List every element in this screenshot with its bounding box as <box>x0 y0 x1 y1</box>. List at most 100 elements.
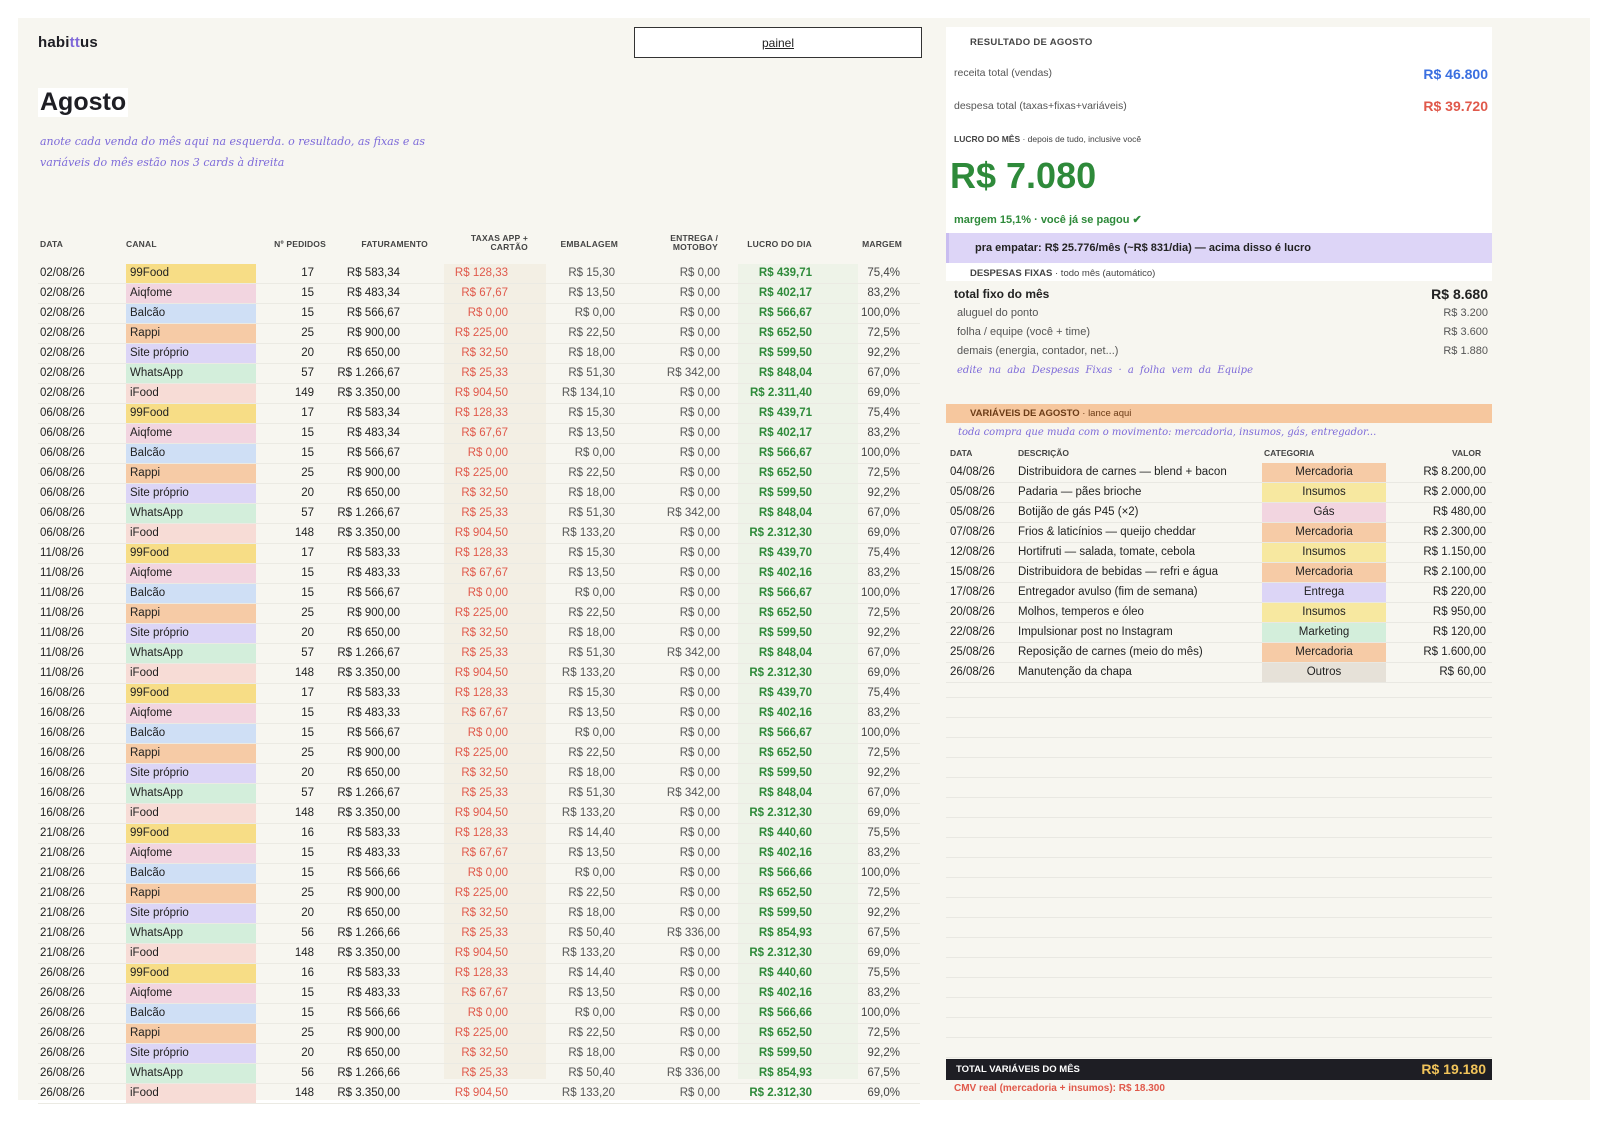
embalagem-cell[interactable]: R$ 13,50 <box>568 427 615 439</box>
pedidos-cell[interactable]: 25 <box>301 607 314 619</box>
pedidos-cell[interactable]: 15 <box>301 307 314 319</box>
row-date[interactable]: 11/08/26 <box>40 547 84 559</box>
channel-cell[interactable]: WhatsApp <box>126 504 256 523</box>
table-row[interactable]: 06/08/26 Balcão 15 R$ 566,67 R$ 0,00 R$ 0,00 R… <box>38 444 920 464</box>
embalagem-cell[interactable]: R$ 22,50 <box>568 327 615 339</box>
row-date[interactable]: 06/08/26 <box>40 527 85 539</box>
embalagem-cell[interactable]: R$ 51,30 <box>568 367 615 379</box>
entrega-cell[interactable]: R$ 0,00 <box>680 887 720 899</box>
row-date[interactable]: 26/08/26 <box>40 1047 85 1059</box>
embalagem-cell[interactable]: R$ 133,20 <box>562 807 615 819</box>
lucro-cell[interactable]: R$ 652,50 <box>759 607 812 619</box>
taxas-cell[interactable]: R$ 32,50 <box>461 487 508 499</box>
faturamento-cell[interactable]: R$ 1.266,67 <box>337 507 400 519</box>
faturamento-cell[interactable]: R$ 1.266,66 <box>337 927 400 939</box>
channel-cell[interactable]: 99Food <box>126 684 256 703</box>
pedidos-cell[interactable]: 20 <box>301 627 314 639</box>
lucro-cell[interactable]: R$ 2.311,40 <box>750 387 812 399</box>
lucro-cell[interactable]: R$ 439,71 <box>759 267 812 279</box>
var-value-cell[interactable]: R$ 950,00 <box>1433 606 1486 618</box>
taxas-cell[interactable]: R$ 25,33 <box>461 367 508 379</box>
entrega-cell[interactable]: R$ 336,00 <box>667 1067 720 1079</box>
row-date[interactable]: 21/08/26 <box>40 827 85 839</box>
faturamento-cell[interactable]: R$ 900,00 <box>347 747 400 759</box>
var-desc-cell[interactable]: Botijão de gás P45 (×2) <box>1018 506 1139 518</box>
var-date-cell[interactable]: 26/08/26 <box>950 666 995 678</box>
embalagem-cell[interactable]: R$ 13,50 <box>568 567 615 579</box>
entrega-cell[interactable]: R$ 0,00 <box>680 387 720 399</box>
row-date[interactable]: 16/08/26 <box>40 747 85 759</box>
row-date[interactable]: 21/08/26 <box>40 887 85 899</box>
channel-cell[interactable]: Site próprio <box>126 1044 256 1063</box>
var-category-cell[interactable]: Entrega <box>1262 583 1386 602</box>
var-desc-cell[interactable]: Impulsionar post no Instagram <box>1018 626 1173 638</box>
row-date[interactable]: 02/08/26 <box>40 267 85 279</box>
channel-cell[interactable]: Balcão <box>126 584 256 603</box>
taxas-cell[interactable]: R$ 25,33 <box>461 1067 508 1079</box>
lucro-cell[interactable]: R$ 566,67 <box>759 447 812 459</box>
entrega-cell[interactable]: R$ 0,00 <box>680 687 720 699</box>
lucro-cell[interactable]: R$ 402,16 <box>759 567 812 579</box>
taxas-cell[interactable]: R$ 0,00 <box>468 727 508 739</box>
empty-row[interactable] <box>946 778 1492 798</box>
row-date[interactable]: 06/08/26 <box>40 467 85 479</box>
pedidos-cell[interactable]: 148 <box>295 807 314 819</box>
margem-cell[interactable]: 72,5% <box>867 607 900 619</box>
lucro-cell[interactable]: R$ 599,50 <box>759 767 812 779</box>
channel-cell[interactable]: WhatsApp <box>126 784 256 803</box>
entrega-cell[interactable]: R$ 0,00 <box>680 867 720 879</box>
pedidos-cell[interactable]: 57 <box>301 367 314 379</box>
channel-cell[interactable]: Site próprio <box>126 484 256 503</box>
var-date-cell[interactable]: 25/08/26 <box>950 646 995 658</box>
entrega-cell[interactable]: R$ 342,00 <box>667 647 720 659</box>
channel-cell[interactable]: Rappi <box>126 324 256 343</box>
faturamento-cell[interactable]: R$ 483,33 <box>347 987 400 999</box>
table-row[interactable]: 06/08/26 Aiqfome 15 R$ 483,34 R$ 67,67 R$ 13,… <box>38 424 920 444</box>
table-row[interactable]: 21/08/26 Aiqfome 15 R$ 483,33 R$ 67,67 R$ 13,… <box>38 844 920 864</box>
faturamento-cell[interactable]: R$ 583,33 <box>347 967 400 979</box>
embalagem-cell[interactable]: R$ 18,00 <box>568 907 615 919</box>
pedidos-cell[interactable]: 20 <box>301 767 314 779</box>
entrega-cell[interactable]: R$ 0,00 <box>680 447 720 459</box>
table-row[interactable]: 02/08/26 Site próprio 20 R$ 650,00 R$ 32,50 R… <box>38 344 920 364</box>
row-date[interactable]: 16/08/26 <box>40 687 85 699</box>
list-item[interactable]: 25/08/26 Reposição de carnes (meio do mês… <box>946 643 1492 663</box>
lucro-cell[interactable]: R$ 652,50 <box>759 747 812 759</box>
var-category-cell[interactable]: Mercadoria <box>1262 643 1386 662</box>
faturamento-cell[interactable]: R$ 3.350,00 <box>337 947 400 959</box>
faturamento-cell[interactable]: R$ 650,00 <box>347 767 400 779</box>
lucro-cell[interactable]: R$ 652,50 <box>759 327 812 339</box>
row-date[interactable]: 11/08/26 <box>40 587 84 599</box>
table-row[interactable]: 11/08/26 Aiqfome 15 R$ 483,33 R$ 67,67 R$ 13,… <box>38 564 920 584</box>
entrega-cell[interactable]: R$ 0,00 <box>680 1027 720 1039</box>
margem-cell[interactable]: 92,2% <box>867 627 900 639</box>
row-date[interactable]: 16/08/26 <box>40 767 85 779</box>
taxas-cell[interactable]: R$ 225,00 <box>455 327 508 339</box>
margem-cell[interactable]: 92,2% <box>867 487 900 499</box>
lucro-cell[interactable]: R$ 440,60 <box>759 967 812 979</box>
empty-row[interactable] <box>946 758 1492 778</box>
pedidos-cell[interactable]: 15 <box>301 427 314 439</box>
empty-row[interactable] <box>946 838 1492 858</box>
empty-row[interactable] <box>946 678 1492 698</box>
pedidos-cell[interactable]: 148 <box>295 667 314 679</box>
embalagem-cell[interactable]: R$ 18,00 <box>568 347 615 359</box>
var-value-cell[interactable]: R$ 1.150,00 <box>1423 546 1486 558</box>
entrega-cell[interactable]: R$ 0,00 <box>680 807 720 819</box>
empty-row[interactable] <box>946 998 1492 1018</box>
margem-cell[interactable]: 100,0% <box>861 727 900 739</box>
taxas-cell[interactable]: R$ 0,00 <box>468 587 508 599</box>
row-date[interactable]: 11/08/26 <box>40 567 84 579</box>
channel-cell[interactable]: Balcão <box>126 1004 256 1023</box>
taxas-cell[interactable]: R$ 32,50 <box>461 907 508 919</box>
taxas-cell[interactable]: R$ 128,33 <box>455 687 508 699</box>
faturamento-cell[interactable]: R$ 900,00 <box>347 327 400 339</box>
pedidos-cell[interactable]: 20 <box>301 907 314 919</box>
channel-cell[interactable]: Site próprio <box>126 904 256 923</box>
row-date[interactable]: 16/08/26 <box>40 807 85 819</box>
taxas-cell[interactable]: R$ 0,00 <box>468 307 508 319</box>
empty-row[interactable] <box>946 938 1492 958</box>
embalagem-cell[interactable]: R$ 13,50 <box>568 847 615 859</box>
var-category-cell[interactable]: Insumos <box>1262 603 1386 622</box>
var-category-cell[interactable]: Mercadoria <box>1262 563 1386 582</box>
